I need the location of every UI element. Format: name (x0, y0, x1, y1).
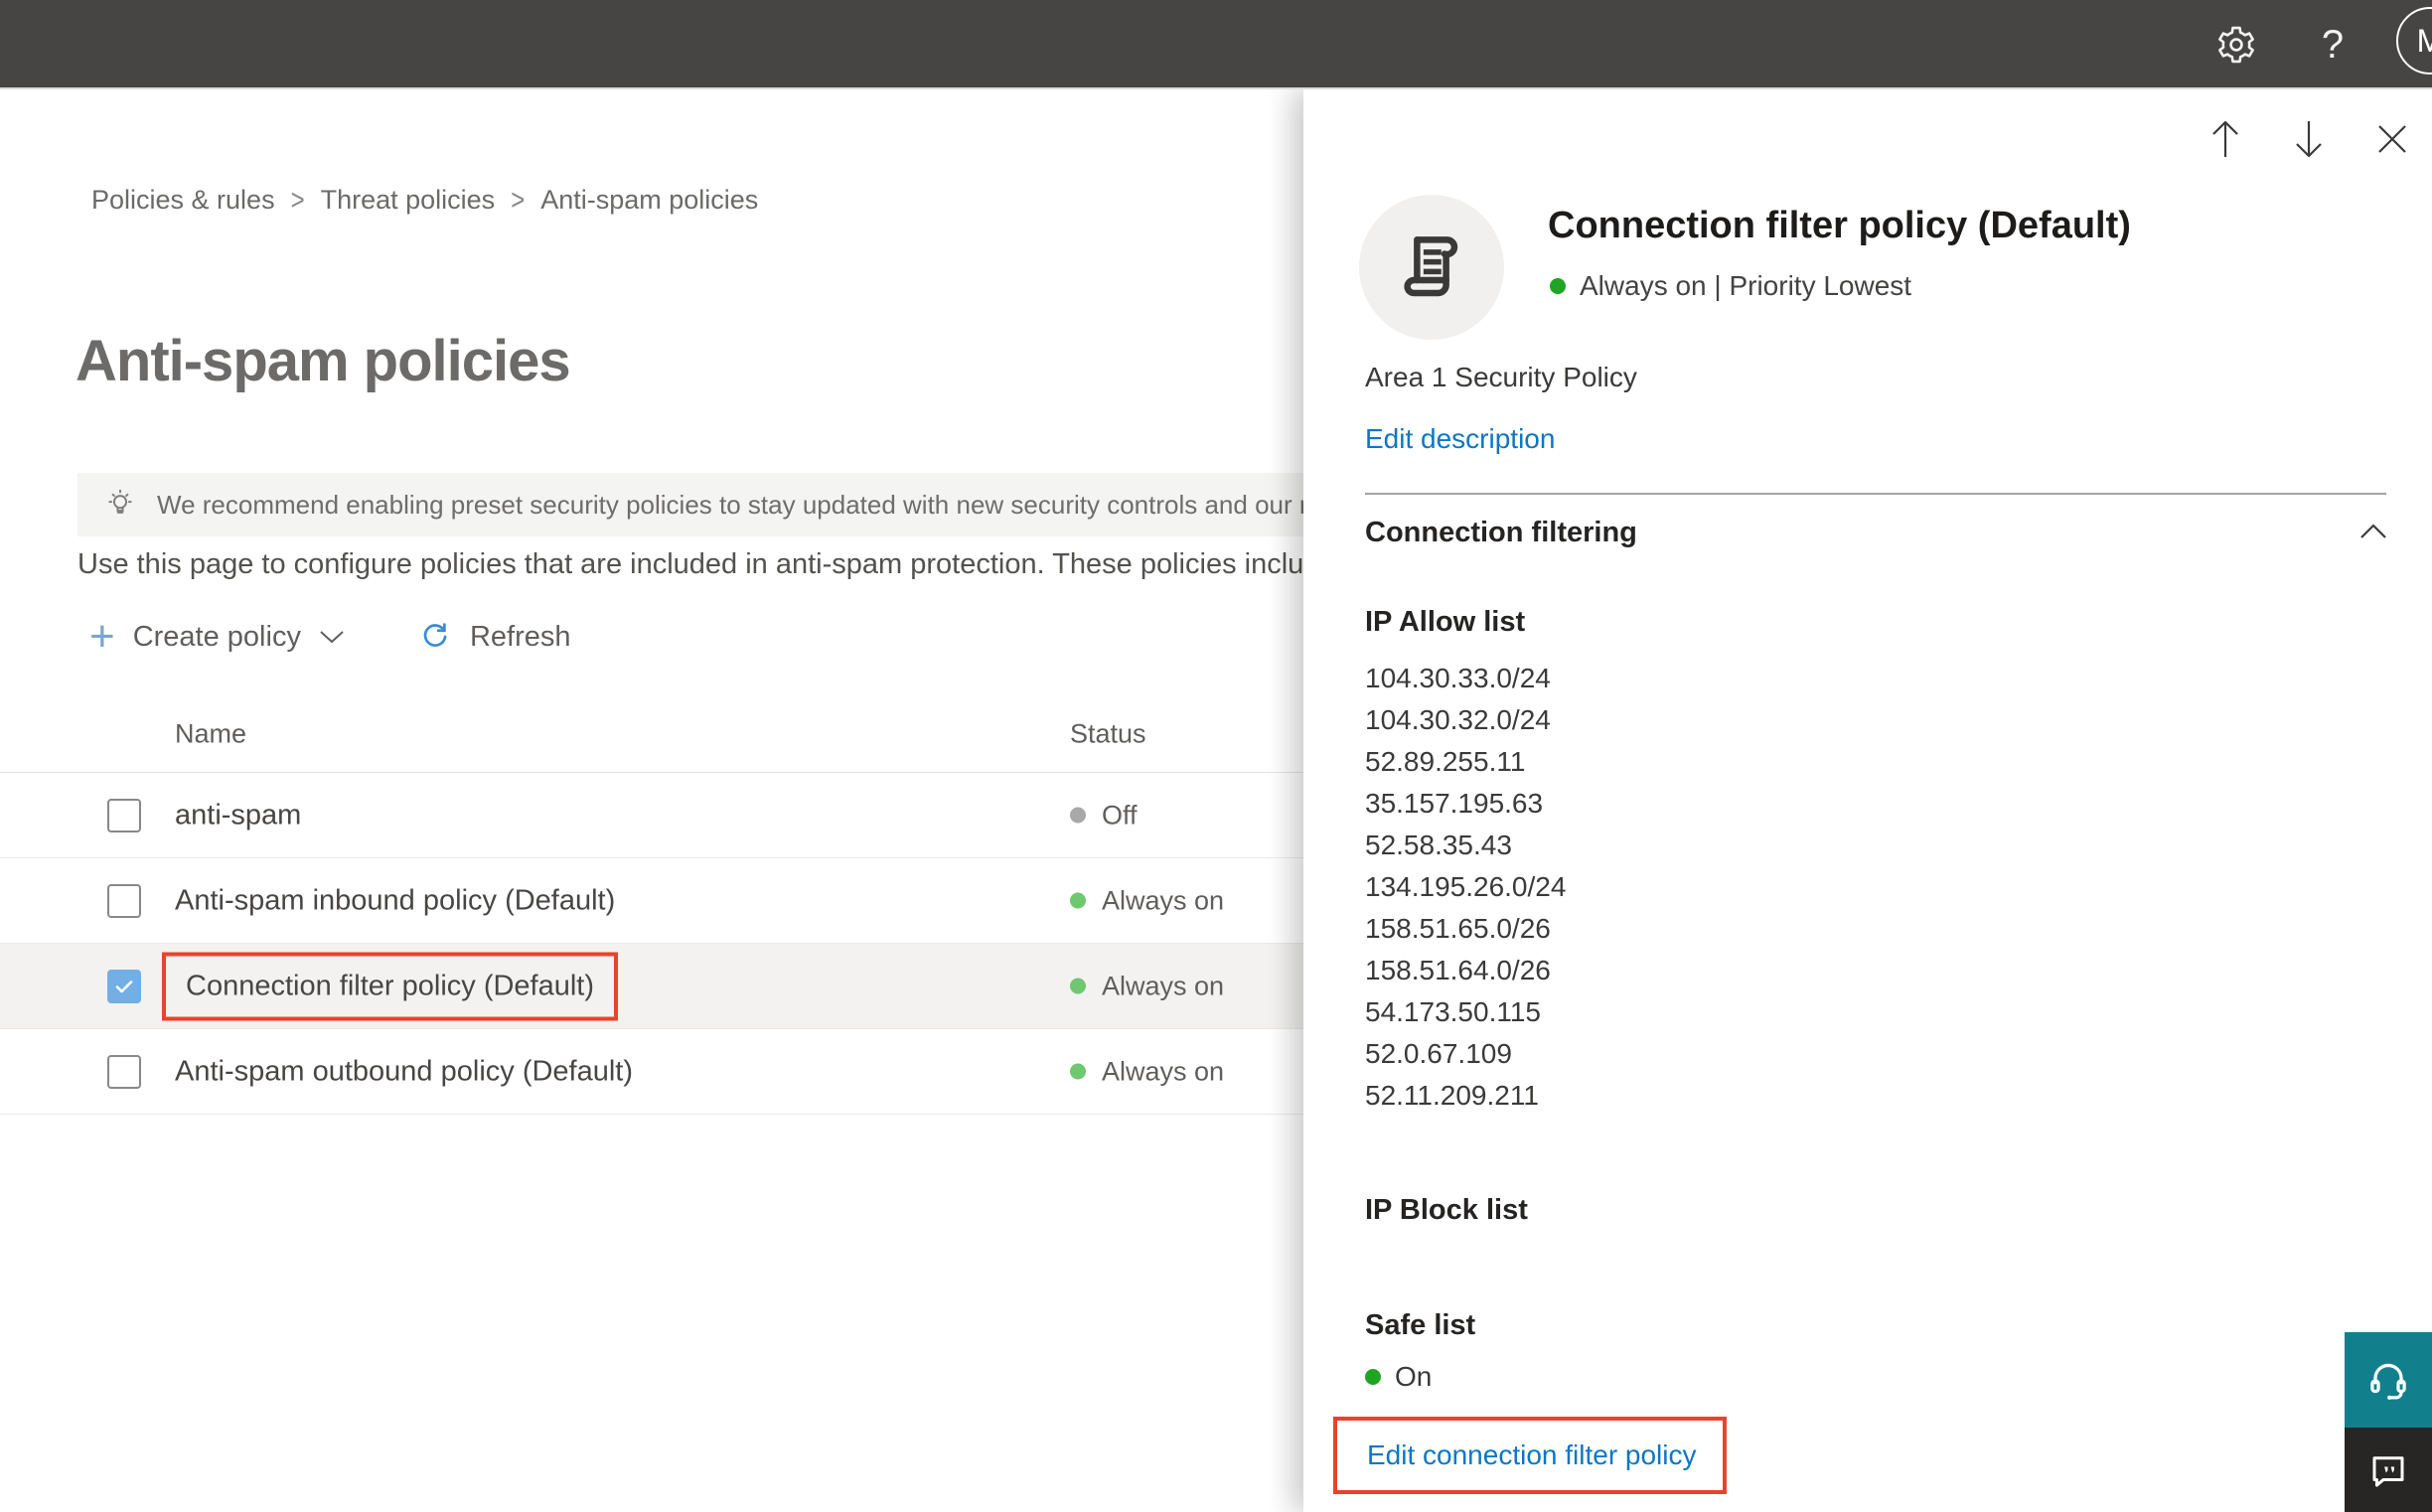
policy-avatar (1359, 195, 1504, 340)
safe-list-status: On (1365, 1361, 1432, 1393)
ip-entry: 52.0.67.109 (1365, 1038, 1512, 1069)
safe-list-status-label: On (1395, 1361, 1433, 1392)
status-cell: Always on (1070, 885, 1224, 916)
status-cell: Always on (1070, 971, 1224, 1001)
status-dot-off (1070, 807, 1086, 824)
policy-name[interactable]: Anti-spam inbound policy (Default) (175, 884, 615, 917)
table-row[interactable]: anti-spam Off (0, 773, 1303, 858)
policy-name-highlighted[interactable]: Connection filter policy (Default) (162, 952, 619, 1020)
status-dot-on (1365, 1369, 1381, 1385)
ip-entry: 158.51.64.0/26 (1365, 955, 1551, 985)
lightbulb-icon (103, 488, 137, 522)
top-app-bar: ? M (0, 0, 2432, 89)
avatar[interactable]: M (2396, 7, 2432, 75)
ip-allow-list: 104.30.33.0/24 104.30.32.0/24 52.89.255.… (1365, 658, 1566, 1117)
safe-list-heading: Safe list (1365, 1309, 1476, 1341)
breadcrumb-separator-icon: > (511, 183, 526, 217)
policy-name[interactable]: Anti-spam outbound policy (Default) (175, 1055, 633, 1088)
recommendation-banner: We recommend enabling preset security po… (77, 473, 1303, 536)
status-dot-on (1070, 1063, 1086, 1080)
status-dot-on (1070, 892, 1086, 909)
flyout-nav (2204, 117, 2414, 161)
headset-icon (2365, 1357, 2411, 1403)
ip-allow-list-heading: IP Allow list (1365, 606, 1526, 638)
row-checkbox[interactable] (107, 884, 141, 918)
previous-item-up-arrow-icon[interactable] (2204, 117, 2247, 161)
column-header-name: Name (175, 718, 247, 748)
refresh-icon (418, 620, 452, 654)
status-dot-on (1070, 978, 1086, 994)
refresh-button[interactable]: Refresh (418, 620, 571, 654)
banner-text: We recommend enabling preset security po… (157, 489, 1303, 520)
breadcrumb: Policies & rules > Threat policies > Ant… (91, 183, 759, 217)
row-checkbox[interactable] (107, 799, 141, 832)
ip-block-list-heading: IP Block list (1365, 1194, 1528, 1226)
plus-icon: + (89, 612, 115, 661)
policy-description: Area 1 Security Policy (1365, 362, 1637, 392)
chevron-up-icon[interactable] (2358, 523, 2388, 540)
ip-entry: 52.89.255.11 (1365, 746, 1526, 777)
status-label: Off (1102, 800, 1138, 830)
close-icon[interactable] (2370, 117, 2414, 161)
table-header: Name Status (0, 695, 1303, 773)
divider (1365, 493, 2386, 495)
breadcrumb-threat-policies[interactable]: Threat policies (321, 185, 496, 216)
column-header-status: Status (1070, 718, 1146, 748)
page-description: Use this page to configure policies that… (77, 548, 1303, 580)
flyout-status-line: Always on | Priority Lowest (1550, 270, 1911, 302)
flyout-status-text: Always on | Priority Lowest (1580, 270, 1912, 301)
settings-gear-icon[interactable] (2207, 0, 2265, 89)
breadcrumb-separator-icon: > (290, 183, 305, 217)
main-content: Policies & rules > Threat policies > Ant… (0, 89, 1303, 1512)
row-checkbox-checked[interactable] (107, 970, 141, 1003)
refresh-label: Refresh (469, 620, 571, 653)
feedback-button[interactable] (2345, 1428, 2432, 1512)
row-checkbox[interactable] (107, 1055, 141, 1089)
ip-entry: 35.157.195.63 (1365, 788, 1544, 819)
table-row[interactable]: Anti-spam outbound policy (Default) Alwa… (0, 1029, 1303, 1115)
create-policy-label: Create policy (132, 620, 301, 653)
ip-entry: 52.11.209.211 (1365, 1080, 1539, 1111)
chevron-down-icon (319, 629, 345, 645)
table-row[interactable]: Anti-spam inbound policy (Default) Alway… (0, 858, 1303, 944)
ip-entry: 104.30.33.0/24 (1365, 663, 1551, 693)
toolbar: + Create policy Refresh (89, 606, 571, 668)
status-label: Always on (1102, 885, 1225, 915)
create-policy-button[interactable]: + Create policy (89, 615, 345, 659)
flyout-title: Connection filter policy (Default) (1548, 205, 2131, 246)
ip-entry: 134.195.26.0/24 (1365, 871, 1567, 902)
edit-connection-filter-policy-link[interactable]: Edit connection filter policy (1367, 1439, 1697, 1471)
edit-policy-annotation-box: Edit connection filter policy (1333, 1417, 1727, 1494)
edit-description-link[interactable]: Edit description (1365, 423, 1555, 455)
status-label: Always on (1102, 1056, 1225, 1086)
ip-entry: 158.51.65.0/26 (1365, 913, 1551, 944)
breadcrumb-policies-rules[interactable]: Policies & rules (91, 185, 275, 216)
scroll-policy-icon (1393, 228, 1470, 306)
status-cell: Off (1070, 800, 1138, 831)
support-button[interactable] (2345, 1332, 2432, 1428)
breadcrumb-anti-spam-policies: Anti-spam policies (540, 185, 759, 215)
section-connection-filtering[interactable]: Connection filtering (1365, 517, 1637, 549)
policy-name[interactable]: anti-spam (175, 799, 301, 832)
help-icon[interactable]: ? (2305, 0, 2360, 89)
status-cell: Always on (1070, 1056, 1224, 1087)
page-title: Anti-spam policies (76, 329, 571, 393)
ip-entry: 54.173.50.115 (1365, 996, 1541, 1027)
feedback-chat-icon (2367, 1449, 2409, 1491)
ip-entry: 104.30.32.0/24 (1365, 704, 1551, 735)
next-item-down-arrow-icon[interactable] (2287, 117, 2331, 161)
status-dot-on (1550, 278, 1566, 294)
ip-entry: 52.58.35.43 (1365, 830, 1512, 860)
table-row-selected[interactable]: Connection filter policy (Default) Alway… (0, 944, 1303, 1029)
status-label: Always on (1102, 971, 1225, 1000)
policy-details-flyout: Connection filter policy (Default) Alway… (1303, 89, 2432, 1512)
